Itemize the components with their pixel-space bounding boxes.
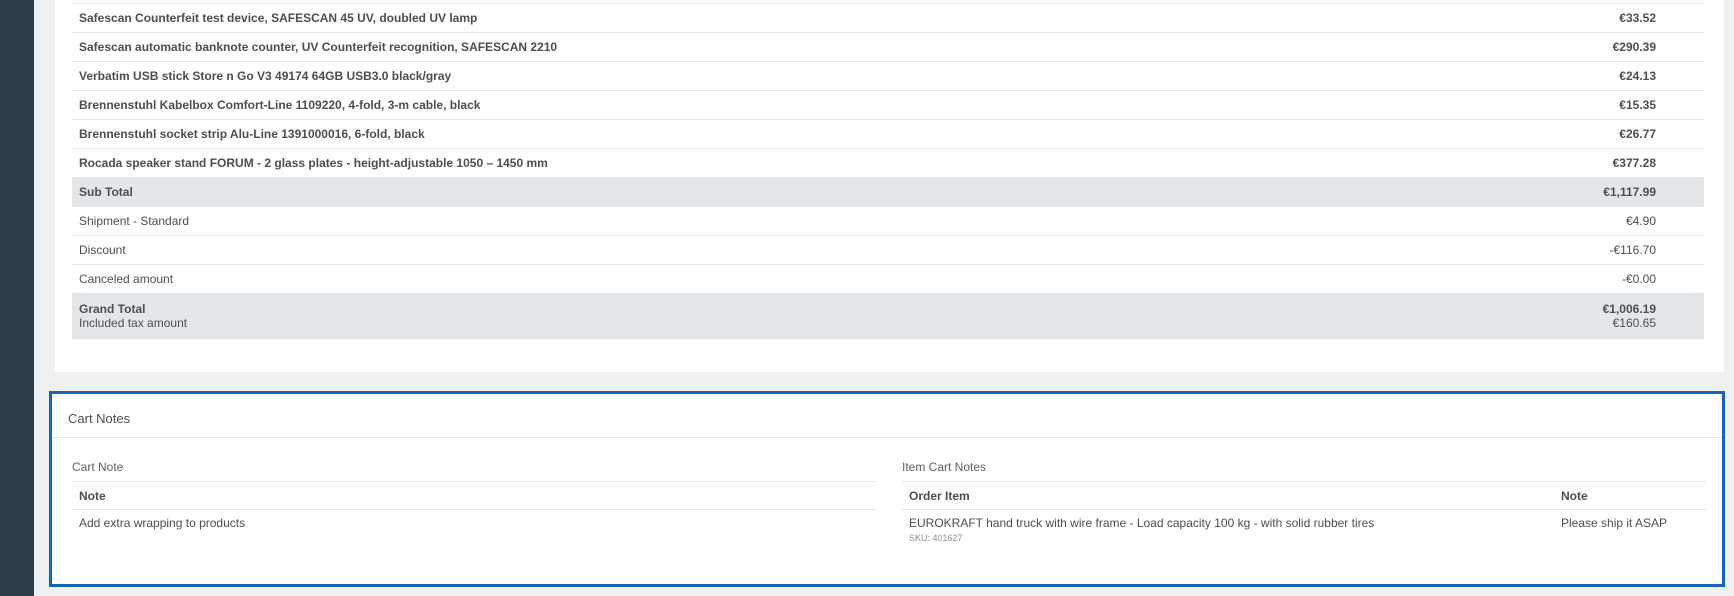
- shipment-label: Shipment - Standard: [72, 206, 1484, 236]
- order-line-price: €33.52: [1484, 3, 1704, 33]
- discount-value: -€116.70: [1484, 235, 1704, 265]
- cart-note-text: Add extra wrapping to products: [79, 516, 246, 530]
- order-items-panel: Safescan Counterfeit test device, SAFESC…: [55, 0, 1724, 372]
- order-line-name: Safescan automatic banknote counter, UV …: [72, 32, 1484, 62]
- discount-label: Discount: [72, 235, 1484, 265]
- order-line-name: Brennenstuhl socket strip Alu-Line 13910…: [72, 119, 1484, 149]
- shipment-row: Shipment - Standard €4.90: [72, 206, 1704, 236]
- order-line-name: Brennenstuhl Kabelbox Comfort-Line 11092…: [72, 90, 1484, 120]
- canceled-amount-row: Canceled amount -€0.00: [72, 264, 1704, 294]
- order-line-price: €15.35: [1484, 90, 1704, 120]
- item-cart-notes-section-label: Item Cart Notes: [902, 460, 987, 474]
- cart-note-row: Add extra wrapping to products: [72, 510, 875, 537]
- order-line-price: €377.28: [1484, 148, 1704, 178]
- order-line-row: Safescan Counterfeit test device, SAFESC…: [72, 3, 1704, 33]
- item-note-text: Please ship it ASAP: [1561, 516, 1668, 530]
- order-item-sku: SKU: 401627: [909, 533, 963, 543]
- cart-notes-divider: [52, 437, 1722, 438]
- cart-note-header-row: Note: [72, 481, 875, 510]
- item-notes-header-row: Order Item Note: [902, 481, 1706, 510]
- grand-total-labels: Grand Total Included tax amount: [72, 293, 1484, 339]
- subtotal-value: €1,117.99: [1484, 177, 1704, 207]
- order-item-cell: EUROKRAFT hand truck with wire frame - L…: [902, 510, 1554, 550]
- order-line-price: €290.39: [1484, 32, 1704, 62]
- cart-note-column-header: Note: [72, 481, 875, 510]
- order-totals-table: Safescan Counterfeit test device, SAFESC…: [72, 3, 1704, 339]
- grand-total-value: €1,006.19: [1602, 302, 1656, 316]
- order-line-row: Verbatim USB stick Store n Go V3 49174 6…: [72, 61, 1704, 91]
- order-line-row: Rocada speaker stand FORUM - 2 glass pla…: [72, 148, 1704, 178]
- cart-notes-panel: Cart Notes Cart Note Note Add extra wrap…: [49, 391, 1725, 587]
- cart-note-table: Note Add extra wrapping to products: [72, 481, 875, 536]
- grand-total-row: Grand Total Included tax amount €1,006.1…: [72, 293, 1704, 339]
- item-note-row: EUROKRAFT hand truck with wire frame - L…: [902, 510, 1706, 550]
- order-item-name: EUROKRAFT hand truck with wire frame - L…: [909, 516, 1375, 530]
- item-cart-notes-table: Order Item Note EUROKRAFT hand truck wit…: [902, 481, 1706, 549]
- subtotal-label: Sub Total: [72, 177, 1484, 207]
- tax-amount-label: Included tax amount: [79, 316, 188, 330]
- subtotal-row: Sub Total €1,117.99: [72, 177, 1704, 207]
- grand-total-label: Grand Total: [79, 302, 146, 316]
- cart-note-section-label: Cart Note: [72, 460, 124, 474]
- order-line-price: €26.77: [1484, 119, 1704, 149]
- left-sidebar-rail: [0, 0, 34, 596]
- order-line-name: Rocada speaker stand FORUM - 2 glass pla…: [72, 148, 1484, 178]
- order-line-row: Safescan automatic banknote counter, UV …: [72, 32, 1704, 62]
- grand-total-values: €1,006.19 €160.65: [1484, 293, 1704, 339]
- cart-notes-title: Cart Notes: [68, 411, 131, 426]
- order-line-row: Brennenstuhl Kabelbox Comfort-Line 11092…: [72, 90, 1704, 120]
- note-column-header: Note: [1554, 481, 1706, 510]
- canceled-amount-label: Canceled amount: [72, 264, 1484, 294]
- order-line-price: €24.13: [1484, 61, 1704, 91]
- order-item-column-header: Order Item: [902, 481, 1554, 510]
- order-line-name: Verbatim USB stick Store n Go V3 49174 6…: [72, 61, 1484, 91]
- order-line-name: Safescan Counterfeit test device, SAFESC…: [72, 3, 1484, 33]
- discount-row: Discount -€116.70: [72, 235, 1704, 265]
- order-line-row: Brennenstuhl socket strip Alu-Line 13910…: [72, 119, 1704, 149]
- tax-amount-value: €160.65: [1612, 316, 1656, 330]
- canceled-amount-value: -€0.00: [1484, 264, 1704, 294]
- shipment-value: €4.90: [1484, 206, 1704, 236]
